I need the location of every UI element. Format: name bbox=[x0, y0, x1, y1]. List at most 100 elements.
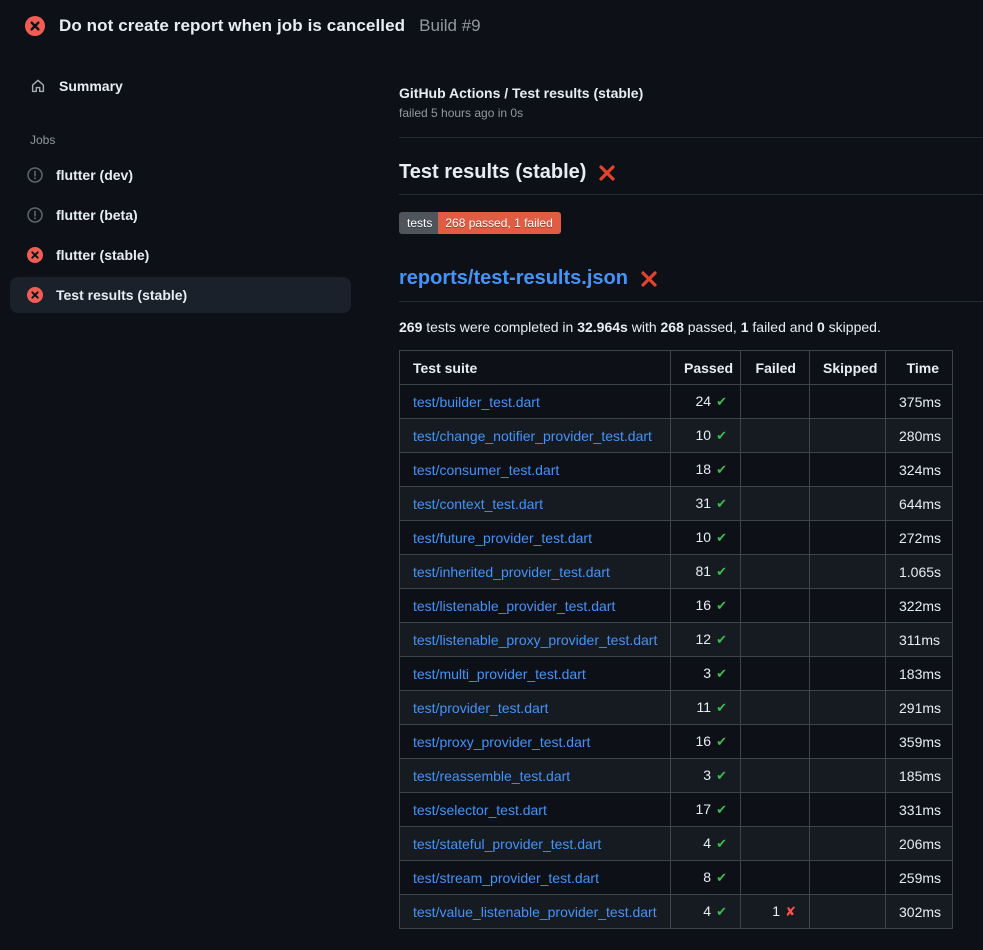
cell-passed: 24 ✔ bbox=[671, 385, 741, 419]
passed-count: 81 bbox=[696, 563, 712, 579]
suite-link[interactable]: test/consumer_test.dart bbox=[413, 462, 559, 478]
check-icon: ✔ bbox=[716, 463, 727, 478]
cell-test-suite: test/stateful_provider_test.dart bbox=[400, 827, 671, 861]
section-title: Test results (stable) bbox=[399, 161, 586, 184]
cell-failed bbox=[741, 657, 810, 691]
sidebar-item-flutter-stable[interactable]: flutter (stable) bbox=[10, 237, 351, 273]
suite-link[interactable]: test/inherited_provider_test.dart bbox=[413, 564, 610, 580]
passed-count: 24 bbox=[696, 393, 712, 409]
cell-skipped bbox=[810, 589, 886, 623]
column-header-failed: Failed bbox=[741, 351, 810, 385]
table-row: test/listenable_proxy_provider_test.dart… bbox=[400, 623, 953, 657]
check-icon: ✔ bbox=[716, 599, 727, 614]
cell-time: 302ms bbox=[886, 895, 953, 929]
check-icon: ✔ bbox=[716, 395, 727, 410]
table-row: test/context_test.dart31✔644ms bbox=[400, 487, 953, 521]
suite-link[interactable]: test/reassemble_test.dart bbox=[413, 768, 570, 784]
suite-link[interactable]: test/selector_test.dart bbox=[413, 802, 547, 818]
suite-link[interactable]: test/proxy_provider_test.dart bbox=[413, 734, 590, 750]
cell-time: 291ms bbox=[886, 691, 953, 725]
cell-time: 185ms bbox=[886, 759, 953, 793]
build-number: Build #9 bbox=[419, 16, 480, 36]
x-circle-fill-icon bbox=[27, 287, 43, 303]
x-icon: ✘ bbox=[785, 905, 796, 920]
cell-failed bbox=[741, 759, 810, 793]
suite-link[interactable]: test/listenable_proxy_provider_test.dart bbox=[413, 632, 657, 648]
summary-segment: 0 bbox=[817, 319, 825, 335]
cross-mark-icon bbox=[597, 163, 617, 183]
cell-test-suite: test/change_notifier_provider_test.dart bbox=[400, 419, 671, 453]
summary-segment: 1 bbox=[741, 319, 749, 335]
cell-passed: 16✔ bbox=[671, 725, 741, 759]
cell-time: 206ms bbox=[886, 827, 953, 861]
table-row: test/stateful_provider_test.dart4✔206ms bbox=[400, 827, 953, 861]
sidebar-item-label: flutter (stable) bbox=[56, 247, 149, 263]
check-icon: ✔ bbox=[716, 667, 727, 682]
table-row: test/listenable_provider_test.dart16✔322… bbox=[400, 589, 953, 623]
sidebar-item-flutter-beta[interactable]: flutter (beta) bbox=[10, 197, 351, 233]
summary-segment: skipped. bbox=[825, 319, 881, 335]
passed-count: 8 bbox=[703, 869, 711, 885]
suite-link[interactable]: test/listenable_provider_test.dart bbox=[413, 598, 615, 614]
cell-passed: 8✔ bbox=[671, 861, 741, 895]
cell-failed bbox=[741, 589, 810, 623]
sidebar-item-label: flutter (beta) bbox=[56, 207, 138, 223]
cell-test-suite: test/provider_test.dart bbox=[400, 691, 671, 725]
summary-segment: 32.964s bbox=[577, 319, 628, 335]
cell-passed: 18 ✔ bbox=[671, 453, 741, 487]
suite-link[interactable]: test/stateful_provider_test.dart bbox=[413, 836, 601, 852]
table-row: test/builder_test.dart24✔375ms bbox=[400, 385, 953, 419]
suite-link[interactable]: test/context_test.dart bbox=[413, 496, 543, 512]
suite-link[interactable]: test/multi_provider_test.dart bbox=[413, 666, 586, 682]
passed-count: 16 bbox=[696, 733, 712, 749]
failed-count: 1 bbox=[772, 903, 780, 919]
cell-time: 183ms bbox=[886, 657, 953, 691]
cell-passed: 11✔ bbox=[671, 691, 741, 725]
sidebar-item-flutter-dev[interactable]: flutter (dev) bbox=[10, 157, 351, 193]
suite-link[interactable]: test/stream_provider_test.dart bbox=[413, 870, 599, 886]
table-body: test/builder_test.dart24✔375mstest/chang… bbox=[400, 385, 953, 929]
alert-circle-icon bbox=[27, 207, 43, 223]
cell-test-suite: test/multi_provider_test.dart bbox=[400, 657, 671, 691]
cell-failed bbox=[741, 385, 810, 419]
table-row: test/multi_provider_test.dart3✔183ms bbox=[400, 657, 953, 691]
cell-failed bbox=[741, 725, 810, 759]
report-file-link[interactable]: reports/test-results.json bbox=[399, 267, 628, 290]
suite-link[interactable]: test/future_provider_test.dart bbox=[413, 530, 592, 546]
table-row: test/consumer_test.dart18✔324ms bbox=[400, 453, 953, 487]
cell-passed: 17✔ bbox=[671, 793, 741, 827]
jobs-section-label: Jobs bbox=[30, 133, 399, 147]
main-content: GitHub Actions / Test results (stable) f… bbox=[399, 48, 983, 929]
suite-link[interactable]: test/provider_test.dart bbox=[413, 700, 548, 716]
cell-time: 331ms bbox=[886, 793, 953, 827]
cell-passed: 4✔ bbox=[671, 895, 741, 929]
table-row: test/inherited_provider_test.dart81✔1.06… bbox=[400, 555, 953, 589]
cell-skipped bbox=[810, 521, 886, 555]
summary-segment: passed, bbox=[684, 319, 741, 335]
cell-test-suite: test/inherited_provider_test.dart bbox=[400, 555, 671, 589]
check-icon: ✔ bbox=[716, 871, 727, 886]
cell-skipped bbox=[810, 657, 886, 691]
cell-test-suite: test/listenable_provider_test.dart bbox=[400, 589, 671, 623]
alert-circle-icon bbox=[27, 167, 43, 183]
summary-segment: 269 bbox=[399, 319, 422, 335]
table-row: test/provider_test.dart 11✔ 291ms bbox=[400, 691, 953, 725]
suite-link[interactable]: test/change_notifier_provider_test.dart bbox=[413, 428, 652, 444]
cell-passed: 10✔ bbox=[671, 521, 741, 555]
cell-test-suite: test/builder_test.dart bbox=[400, 385, 671, 419]
cell-test-suite: test/consumer_test.dart bbox=[400, 453, 671, 487]
passed-count: 18 bbox=[696, 461, 712, 477]
sidebar-item-test-results-stable[interactable]: Test results (stable) bbox=[10, 277, 351, 313]
cell-time: 280ms bbox=[886, 419, 953, 453]
results-summary-text: 269 tests were completed in 32.964s with… bbox=[399, 319, 983, 335]
test-results-table: Test suitePassedFailedSkippedTime test/b… bbox=[399, 350, 953, 929]
summary-segment: 268 bbox=[661, 319, 684, 335]
cell-failed: 1✘ bbox=[741, 895, 810, 929]
cell-passed: 81✔ bbox=[671, 555, 741, 589]
suite-link[interactable]: test/builder_test.dart bbox=[413, 394, 540, 410]
suite-link[interactable]: test/value_listenable_provider_test.dart bbox=[413, 904, 657, 920]
sidebar-item-summary[interactable]: Summary bbox=[10, 69, 351, 103]
column-header-skipped: Skipped bbox=[810, 351, 886, 385]
sidebar-summary-label: Summary bbox=[59, 78, 123, 94]
run-status-text: failed 5 hours ago in 0s bbox=[399, 106, 983, 120]
